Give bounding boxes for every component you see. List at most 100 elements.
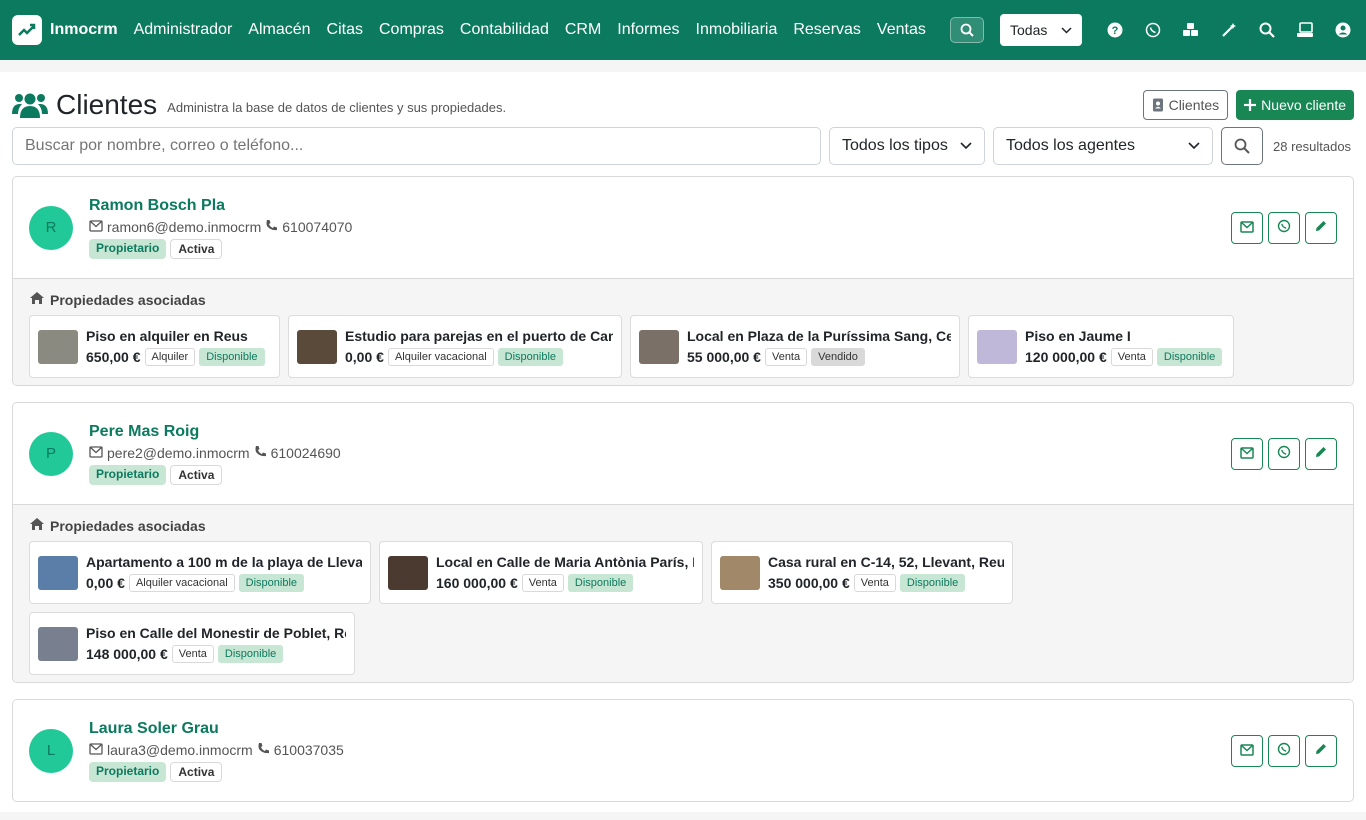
property-name: Piso en alquiler en Reus <box>86 327 248 344</box>
nav-item-citas[interactable]: Citas <box>327 21 363 39</box>
whatsapp-client-button[interactable] <box>1268 437 1300 470</box>
client-info: Pere Mas Roig pere2@demo.inmocrm 610024690… <box>89 423 341 485</box>
nav-item-crm[interactable]: CRM <box>565 21 601 39</box>
property-thumbnail <box>38 555 78 590</box>
whatsapp-icon[interactable] <box>1142 19 1164 41</box>
envelope-icon <box>89 445 103 461</box>
client-badges: Propietario Activa <box>89 464 341 485</box>
whatsapp-client-button[interactable] <box>1268 734 1300 767</box>
nav-item-administrador[interactable]: Administrador <box>134 21 233 39</box>
property-thumbnail <box>388 555 428 590</box>
property-info: Local en Plaza de la Puríssima Sang, Cen… <box>687 328 951 366</box>
user-icon[interactable] <box>1332 19 1354 41</box>
whatsapp-icon <box>1277 742 1291 759</box>
magic-wand-icon[interactable] <box>1218 19 1240 41</box>
client-name[interactable]: Ramon Bosch Pla <box>89 197 352 215</box>
property-thumbnail <box>639 329 679 364</box>
edit-client-button[interactable] <box>1305 437 1337 470</box>
email-client-button[interactable] <box>1231 211 1263 244</box>
property-name: Piso en Jaume I <box>1025 327 1131 344</box>
client-contact: pere2@demo.inmocrm 610024690 <box>89 445 341 461</box>
property-status-tag: Disponible <box>567 573 634 592</box>
svg-text:?: ? <box>1112 25 1119 37</box>
client-info: Laura Soler Grau laura3@demo.inmocrm 61003… <box>89 720 344 782</box>
property-thumbnail <box>297 329 337 364</box>
property-info: Casa rural en C-14, 52, Llevant, Reus 350… <box>768 554 1004 592</box>
property-info: Piso en Calle del Monestir de Poblet, Re… <box>86 625 346 663</box>
nav-item-compras[interactable]: Compras <box>379 21 444 39</box>
client-contact: laura3@demo.inmocrm 610037035 <box>89 742 344 758</box>
search-icon <box>1234 138 1250 154</box>
client-card: R Ramon Bosch Pla ramon6@demo.inmocrm 61007… <box>12 176 1354 386</box>
brand[interactable]: Inmocrm <box>12 15 118 45</box>
email-client-button[interactable] <box>1231 437 1263 470</box>
property-status-tag: Disponible <box>497 347 564 366</box>
property-thumbnail <box>38 626 78 661</box>
client-name[interactable]: Pere Mas Roig <box>89 423 341 441</box>
nav-item-almacen[interactable]: Almacén <box>248 21 310 39</box>
client-card-header: R Ramon Bosch Pla ramon6@demo.inmocrm 61007… <box>13 177 1353 278</box>
nav-item-inmobiliaria[interactable]: Inmobiliaria <box>696 21 778 39</box>
property-name: Casa rural en C-14, 52, Llevant, Reus <box>768 553 1004 570</box>
plus-icon <box>1244 99 1257 111</box>
property-info: Local en Calle de Maria Antònia París, L… <box>436 554 694 592</box>
client-card: P Pere Mas Roig pere2@demo.inmocrm 61002469… <box>12 402 1354 683</box>
property-card[interactable]: Local en Calle de Maria Antònia París, L… <box>379 541 703 604</box>
property-status-tag: Disponible <box>1156 347 1223 366</box>
client-name[interactable]: Laura Soler Grau <box>89 720 344 738</box>
props-title-label: Propiedades asociadas <box>50 291 206 308</box>
property-card[interactable]: Local en Plaza de la Puríssima Sang, Cen… <box>630 315 960 378</box>
associated-properties: Propiedades asociadas Piso en alquiler en… <box>13 278 1353 385</box>
search-submit-button[interactable] <box>1221 127 1263 165</box>
property-card[interactable]: Estudio para parejas en el puerto de Cam… <box>288 315 622 378</box>
agent-filter-select[interactable]: Todos los agentes <box>993 127 1213 165</box>
role-badge: Propietario <box>89 464 167 485</box>
status-badge: Activa <box>170 238 223 259</box>
scope-select[interactable]: Todas <box>1000 14 1082 46</box>
agent-filter-value: Todos los agentes <box>1006 137 1135 154</box>
clients-button-label: Clientes <box>1168 97 1220 113</box>
type-filter-select[interactable]: Todos los tipos <box>829 127 985 165</box>
edit-client-button[interactable] <box>1305 211 1337 244</box>
nav-item-contabilidad[interactable]: Contabilidad <box>460 21 549 39</box>
property-card[interactable]: Casa rural en C-14, 52, Llevant, Reus 350… <box>711 541 1013 604</box>
operation-tag: Alquiler vacacional <box>387 347 494 366</box>
nav-item-informes[interactable]: Informes <box>617 21 679 39</box>
client-search-input[interactable] <box>12 127 821 165</box>
modules-icon[interactable] <box>1180 19 1202 41</box>
clients-contact-button[interactable]: Clientes <box>1142 90 1229 120</box>
whatsapp-icon <box>1277 219 1291 236</box>
client-card-header: P Pere Mas Roig pere2@demo.inmocrm 61002469… <box>13 403 1353 504</box>
client-badges: Propietario Activa <box>89 761 344 782</box>
property-card[interactable]: Piso en Jaume I 120 000,00 € Venta Disponib… <box>968 315 1234 378</box>
property-price: 0,00 € <box>345 348 384 365</box>
property-card[interactable]: Piso en Calle del Monestir de Poblet, Re… <box>29 612 355 675</box>
operation-tag: Venta <box>853 573 896 592</box>
help-icon[interactable]: ? <box>1104 19 1126 41</box>
cash-register-icon[interactable] <box>1294 19 1316 41</box>
property-price: 650,00 € <box>86 348 141 365</box>
client-actions <box>1231 734 1337 767</box>
property-card[interactable]: Apartamento a 100 m de la playa de Lleva… <box>29 541 371 604</box>
property-price: 0,00 € <box>86 574 125 591</box>
client-phone: 610037035 <box>273 741 344 758</box>
client-email: pere2@demo.inmocrm <box>107 444 250 461</box>
property-meta: 55 000,00 € Venta Vendido <box>687 347 951 366</box>
associated-properties-title: Propiedades asociadas <box>29 291 1337 308</box>
avatar: L <box>29 728 73 773</box>
property-thumbnail <box>977 329 1017 364</box>
new-client-button[interactable]: Nuevo cliente <box>1236 90 1354 120</box>
search-icon[interactable] <box>1256 19 1278 41</box>
envelope-icon <box>1240 220 1254 236</box>
edit-client-button[interactable] <box>1305 734 1337 767</box>
whatsapp-client-button[interactable] <box>1268 211 1300 244</box>
nav-item-ventas[interactable]: Ventas <box>877 21 926 39</box>
role-badge: Propietario <box>89 761 167 782</box>
client-contact: ramon6@demo.inmocrm 610074070 <box>89 219 352 235</box>
associated-properties-title: Propiedades asociadas <box>29 517 1337 534</box>
nav-item-reservas[interactable]: Reservas <box>793 21 861 39</box>
nav-right: Todas ? <box>950 14 1354 46</box>
email-client-button[interactable] <box>1231 734 1263 767</box>
global-search-button[interactable] <box>950 17 984 43</box>
property-card[interactable]: Piso en alquiler en Reus 650,00 € Alquiler… <box>29 315 280 378</box>
